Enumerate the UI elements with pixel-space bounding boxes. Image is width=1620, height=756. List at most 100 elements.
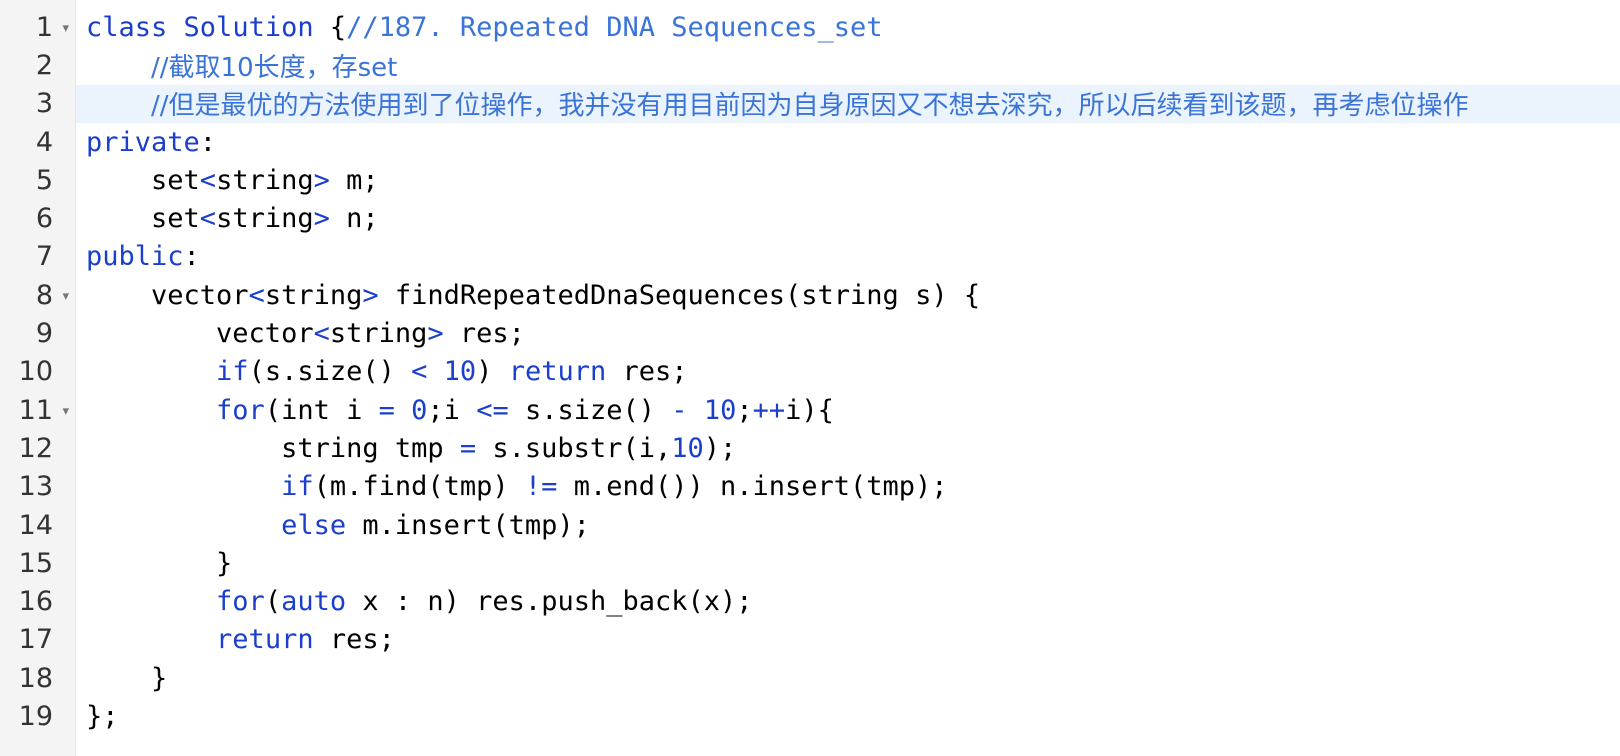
- code-line[interactable]: vector < string > res;: [76, 314, 1620, 352]
- code-token: findRepeatedDnaSequences(string s) {: [378, 279, 981, 311]
- line-number: 16: [0, 582, 75, 620]
- line-number-label: 12: [18, 432, 53, 464]
- line-number: 9: [0, 314, 75, 352]
- code-token: (int i: [264, 394, 379, 426]
- line-number: 19: [0, 697, 75, 735]
- code-line[interactable]: //但是最优的方法使用到了位操作，我并没有用目前因为自身原因又不想去深究，所以后…: [76, 84, 1620, 123]
- code-token: >: [427, 318, 444, 350]
- line-number: 7: [0, 238, 75, 276]
- code-line[interactable]: public:: [76, 238, 1620, 276]
- code-token: for: [216, 586, 265, 618]
- code-token: =: [378, 394, 395, 426]
- code-token: else: [281, 509, 347, 541]
- code-token: //但是最优的方法使用到了位操作，我并没有用目前因为自身原因又不想去深究，所以后…: [151, 91, 1469, 122]
- line-number: 6: [0, 199, 75, 237]
- code-token: return: [508, 356, 607, 388]
- line-number: 18: [0, 659, 75, 697]
- code-line[interactable]: }: [76, 659, 1620, 697]
- code-token: s.size(): [508, 394, 672, 426]
- code-editor[interactable]: 1 ▾ 2 3 4 5 6 7 8 ▾ 9 10 11 ▾ 12 13 14 15 16 17 18 19 class S…: [0, 0, 1620, 756]
- code-token: string: [216, 203, 314, 235]
- code-token: class: [86, 11, 168, 43]
- chevron-down-icon[interactable]: ▾: [62, 21, 69, 36]
- code-token: ): [476, 356, 509, 388]
- code-token: <=: [476, 394, 509, 426]
- line-number-label: 4: [35, 126, 53, 158]
- code-token: ;: [736, 394, 753, 426]
- line-number: 5: [0, 161, 75, 199]
- line-number-gutter: 1 ▾ 2 3 4 5 6 7 8 ▾ 9 10 11 ▾ 12 13 14 15 16 17 18 19: [0, 0, 76, 756]
- code-token: }: [86, 662, 168, 694]
- line-number: 14: [0, 506, 75, 544]
- code-token: auto: [281, 586, 347, 618]
- code-token: string: [329, 318, 428, 350]
- line-number: 12: [0, 429, 75, 467]
- code-token: >: [362, 279, 379, 311]
- code-line[interactable]: return res;: [76, 621, 1620, 659]
- code-token: 10: [703, 394, 737, 426]
- code-token: string: [264, 279, 363, 311]
- code-token: if: [281, 471, 314, 503]
- code-token: //截取10长度，存set: [151, 52, 398, 83]
- code-token: res;: [443, 318, 525, 350]
- line-number-label: 13: [18, 471, 53, 503]
- code-token: Solution: [183, 11, 314, 43]
- line-number-label: 3: [35, 88, 53, 120]
- line-number-label: 10: [18, 356, 53, 388]
- code-token: public: [86, 241, 184, 273]
- line-number-label: 14: [18, 509, 53, 541]
- line-number-label: 11: [18, 394, 53, 426]
- line-number-label: 17: [18, 624, 53, 656]
- code-line[interactable]: if (s.size() < 10) return res;: [76, 353, 1620, 391]
- code-token: =: [459, 432, 477, 464]
- code-line[interactable]: //截取10长度，存set: [76, 46, 1620, 84]
- line-number-label: 18: [18, 662, 53, 694]
- code-line[interactable]: class Solution {//187. Repeated DNA Sequ…: [76, 8, 1620, 46]
- code-line[interactable]: set < string > n;: [76, 199, 1620, 237]
- code-line[interactable]: for (int i = 0 ;i <= s.size() - 10; ++ i){: [76, 391, 1620, 429]
- code-token: }: [86, 547, 233, 579]
- line-number-label: 15: [18, 547, 53, 579]
- chevron-down-icon[interactable]: ▾: [62, 404, 69, 419]
- code-line[interactable]: string tmp = s.substr(i, 10);: [76, 429, 1620, 467]
- line-number-label: 5: [35, 164, 53, 196]
- code-line[interactable]: }: [76, 544, 1620, 582]
- code-token: -: [671, 394, 688, 426]
- code-line[interactable]: for(auto x : n) res.push_back(x);: [76, 582, 1620, 620]
- code-token: ++: [752, 394, 786, 426]
- line-number-label: 1: [35, 11, 53, 43]
- code-token: x : n) res.push_back(x);: [346, 586, 753, 618]
- code-line[interactable]: if (m.find(tmp) != m.end()) n.insert(tmp)…: [76, 468, 1620, 506]
- code-line[interactable]: else m.insert(tmp);: [76, 506, 1620, 544]
- code-token: };: [86, 700, 119, 732]
- code-token: (s.size(): [248, 356, 412, 388]
- line-number: 15: [0, 544, 75, 582]
- code-token: );: [703, 432, 737, 464]
- code-token: 10: [443, 356, 477, 388]
- line-number-label: 9: [35, 318, 53, 350]
- code-token: :: [199, 126, 217, 158]
- line-number: 13: [0, 468, 75, 506]
- code-line[interactable]: set < string > m;: [76, 161, 1620, 199]
- code-token: :: [183, 241, 200, 273]
- code-token: <: [248, 279, 265, 311]
- line-number: 3: [0, 85, 75, 123]
- line-number: 1 ▾: [0, 8, 75, 46]
- code-token: n;: [329, 203, 379, 235]
- code-area[interactable]: class Solution {//187. Repeated DNA Sequ…: [76, 0, 1620, 756]
- code-token: <: [199, 164, 217, 196]
- code-line[interactable]: private:: [76, 123, 1620, 161]
- chevron-down-icon[interactable]: ▾: [62, 289, 69, 304]
- code-line[interactable]: };: [76, 697, 1620, 735]
- code-line[interactable]: vector < string > findRepeatedDnaSequences(…: [76, 276, 1620, 314]
- line-number: 10: [0, 353, 75, 391]
